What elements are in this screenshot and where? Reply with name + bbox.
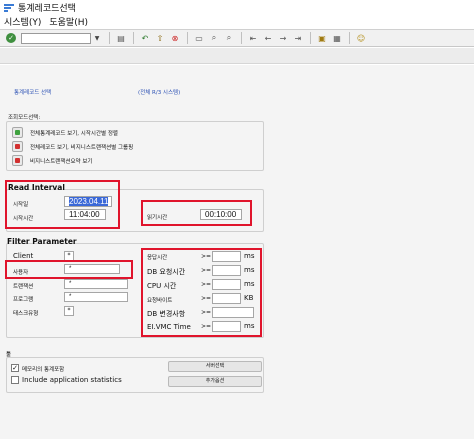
view-mode-option-label: 전체레코드 보기, 비지니스트랜잭션별 그룹핑 bbox=[30, 144, 134, 151]
window-title: 통계레코드선택 bbox=[18, 3, 76, 14]
save-icon[interactable]: ▤ bbox=[116, 33, 126, 43]
option-color bbox=[15, 130, 20, 135]
prev-page-icon[interactable]: ← bbox=[263, 33, 273, 43]
transaction-field[interactable]: * bbox=[64, 279, 128, 289]
toolbar-separator bbox=[187, 32, 188, 44]
toolbar-separator bbox=[310, 32, 311, 44]
help-icon[interactable]: ☺ bbox=[356, 33, 366, 43]
client-label: Client bbox=[13, 252, 34, 260]
find-next-icon[interactable]: ⌕ bbox=[224, 33, 234, 43]
red-dot-icon[interactable] bbox=[12, 155, 23, 166]
exit-icon[interactable]: ⇧ bbox=[155, 33, 165, 43]
toolbar-separator bbox=[133, 32, 134, 44]
program-field[interactable]: * bbox=[64, 292, 128, 302]
find-icon[interactable]: ⌕ bbox=[209, 33, 219, 43]
view-mode-option-label: 비지니스트랜잭션요약 보기 bbox=[30, 158, 93, 165]
highlight-read-interval bbox=[5, 180, 120, 229]
sap-logo-icon bbox=[4, 3, 14, 12]
header-link-left[interactable]: 통계레코드 선택 bbox=[14, 88, 51, 96]
toolbar-separator bbox=[349, 32, 350, 44]
application-toolbar bbox=[0, 48, 474, 64]
command-dropdown-icon[interactable]: ▼ bbox=[93, 33, 101, 44]
highlight-read-time bbox=[141, 200, 252, 226]
menu-help[interactable]: 도움말(H) bbox=[49, 15, 88, 28]
first-page-icon[interactable]: ⇤ bbox=[248, 33, 258, 43]
toolbar-separator bbox=[241, 32, 242, 44]
view-mode-option[interactable]: 전체통계레코드 보기, 시작시간별 정렬 bbox=[12, 127, 118, 138]
standard-toolbar: ✓ ▼ ▤ ↶ ⇧ ⊗ ▭ ⌕ ⌕ ⇤ ← → ⇥ ▣ ▦ ☺ bbox=[0, 29, 474, 47]
transaction-label: 트랜잭션 bbox=[13, 284, 34, 290]
view-mode-option[interactable]: 전체레코드 보기, 비지니스트랜잭션별 그룹핑 bbox=[12, 141, 133, 152]
server-select-button[interactable]: 서버선택 bbox=[168, 361, 262, 372]
title-bar: 통계레코드선택 bbox=[0, 0, 474, 14]
menu-bar: 시스템(Y) 도움말(H) bbox=[0, 15, 474, 28]
toolbar-separator bbox=[109, 32, 110, 44]
task-type-field[interactable]: * bbox=[64, 306, 74, 316]
more-options-button[interactable]: 추가옵션 bbox=[168, 376, 262, 387]
app-stats-label: Include application statistics bbox=[22, 376, 122, 384]
red-dot-icon[interactable] bbox=[12, 141, 23, 152]
program-label: 프로그램 bbox=[13, 297, 34, 303]
view-mode-option-label: 전체통계레코드 보기, 시작시간별 정렬 bbox=[30, 130, 118, 137]
enter-icon[interactable]: ✓ bbox=[6, 33, 16, 43]
memory-stats-checkbox[interactable]: ✓ bbox=[11, 364, 19, 372]
header-link-right[interactable]: (전체 R/3 시스템) bbox=[138, 88, 180, 96]
new-session-icon[interactable]: ▣ bbox=[317, 33, 327, 43]
cancel-icon[interactable]: ⊗ bbox=[170, 33, 180, 43]
view-mode-label: 조회모드선택: bbox=[8, 115, 41, 121]
green-dot-icon[interactable] bbox=[12, 127, 23, 138]
shortcut-icon[interactable]: ▦ bbox=[332, 33, 342, 43]
filter-title: Filter Parameter bbox=[7, 237, 77, 246]
memory-stats-label: 메모리의 통계포함 bbox=[22, 367, 65, 373]
back-icon[interactable]: ↶ bbox=[140, 33, 150, 43]
menu-system[interactable]: 시스템(Y) bbox=[4, 15, 41, 28]
app-stats-checkbox[interactable] bbox=[11, 376, 19, 384]
task-type-label: 태스크유형 bbox=[13, 311, 39, 317]
highlight-user bbox=[5, 260, 133, 279]
main-content: 통계레코드 선택 (전체 R/3 시스템) 조회모드선택: 전체통계레코드 보기… bbox=[0, 65, 474, 439]
command-field[interactable] bbox=[21, 32, 91, 44]
view-mode-option[interactable]: 비지니스트랜잭션요약 보기 bbox=[12, 155, 92, 166]
print-icon[interactable]: ▭ bbox=[194, 33, 204, 43]
highlight-threshold-filters bbox=[141, 248, 262, 337]
last-page-icon[interactable]: ⇥ bbox=[293, 33, 303, 43]
next-page-icon[interactable]: → bbox=[278, 33, 288, 43]
